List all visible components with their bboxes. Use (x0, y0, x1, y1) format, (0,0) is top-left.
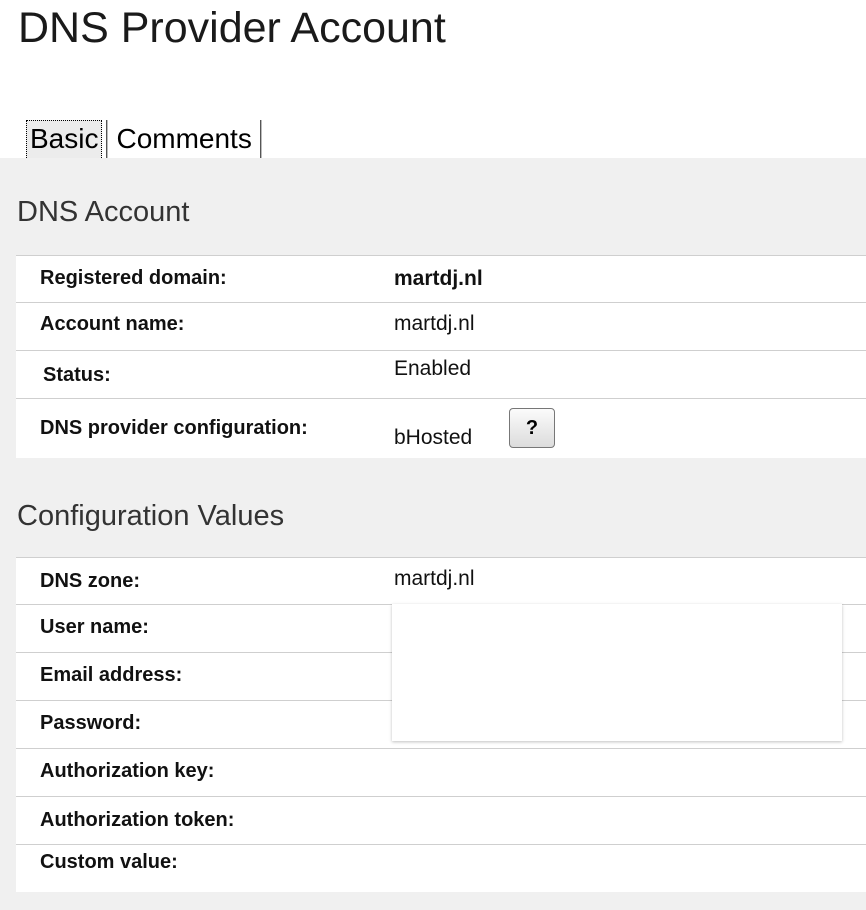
tab-comments[interactable]: Comments (112, 120, 255, 158)
value-status: Enabled (394, 357, 472, 380)
section-title-configuration-values: Configuration Values (17, 500, 285, 532)
row-registered-domain: Registered domain: martdj.nl (16, 255, 866, 303)
label-authorization-token: Authorization token: (40, 809, 235, 831)
tab-bar: Basic Comments (26, 120, 266, 158)
label-authorization-key: Authorization key: (40, 760, 215, 782)
row-authorization-key: Authorization key: (16, 749, 866, 797)
row-custom-value: Custom value: (16, 845, 866, 892)
tab-basic[interactable]: Basic (26, 120, 103, 158)
tab-separator (106, 120, 109, 158)
value-registered-domain: martdj.nl (394, 267, 483, 290)
label-password: Password: (40, 712, 142, 734)
value-account-name: martdj.nl (394, 312, 475, 335)
row-dns-provider-configuration: DNS provider configuration: bHosted ? (16, 399, 866, 458)
row-authorization-token: Authorization token: (16, 797, 866, 845)
section-title-dns-account: DNS Account (17, 196, 190, 228)
label-status: Status: (43, 364, 111, 386)
dns-account-table: Registered domain: martdj.nl Account nam… (16, 255, 866, 458)
label-dns-provider-configuration: DNS provider configuration: (40, 417, 308, 439)
help-button[interactable]: ? (509, 408, 555, 448)
value-dns-provider-configuration: bHosted (394, 426, 473, 449)
row-status: Status: Enabled (16, 351, 866, 399)
row-account-name: Account name: martdj.nl (16, 303, 866, 351)
redaction-box (392, 604, 842, 741)
row-dns-zone: DNS zone: martdj.nl (16, 557, 866, 605)
page-title: DNS Provider Account (18, 4, 446, 52)
label-dns-zone: DNS zone: (40, 570, 140, 592)
label-registered-domain: Registered domain: (40, 267, 227, 289)
tab-separator (259, 120, 262, 158)
label-account-name: Account name: (40, 313, 185, 335)
label-email-address: Email address: (40, 664, 183, 686)
value-dns-zone: martdj.nl (394, 567, 475, 590)
label-custom-value: Custom value: (40, 851, 178, 873)
label-user-name: User name: (40, 616, 149, 638)
